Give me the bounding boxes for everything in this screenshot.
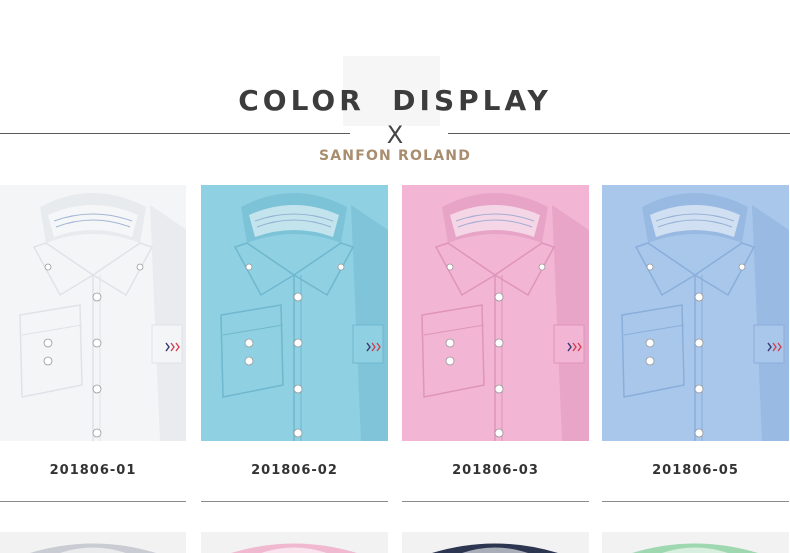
product-image[interactable] (201, 185, 388, 441)
product-image-partial[interactable] (602, 532, 789, 553)
product-image-partial[interactable] (201, 532, 388, 553)
card-divider (602, 501, 789, 502)
product-image-partial[interactable] (0, 532, 186, 553)
product-code: 201806-01 (49, 463, 137, 478)
product-image[interactable] (602, 185, 789, 441)
card-divider (0, 501, 186, 502)
card-divider (201, 501, 388, 502)
product-code: 201806-03 (452, 463, 539, 478)
brand-name: SANFON ROLAND (318, 148, 472, 164)
page-title: COLOR DISPLAY (238, 84, 552, 117)
product-code: 201806-02 (251, 463, 338, 478)
title-separator: X (386, 121, 404, 149)
title-rule-right (448, 133, 790, 134)
product-image[interactable] (402, 185, 589, 441)
card-divider (402, 501, 589, 502)
product-code: 201806-05 (652, 463, 739, 478)
product-image[interactable] (0, 185, 186, 441)
product-image-partial[interactable] (402, 532, 589, 553)
